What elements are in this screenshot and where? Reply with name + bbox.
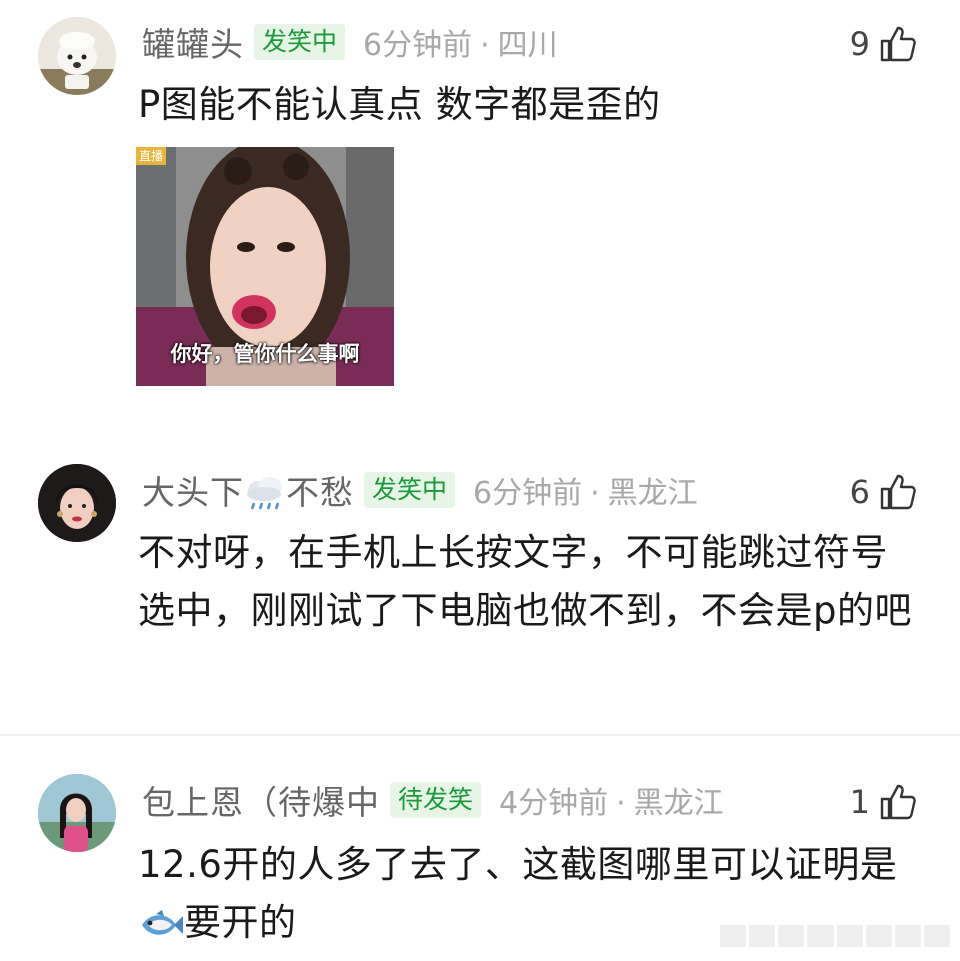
comment-meta: 4分钟前 · 黑龙江 (499, 778, 724, 822)
comment-text-part: 12.6开的人多了去了、这截图哪里可以证明是 (138, 843, 898, 886)
avatar-image (38, 774, 116, 852)
avatar[interactable] (38, 774, 116, 852)
separator-dot: · (616, 786, 626, 821)
location: 黑龙江 (633, 786, 724, 821)
thumbs-up-icon (880, 784, 916, 820)
status-badge: 待发笑 (390, 782, 482, 818)
like-count: 1 (849, 783, 870, 821)
comment-text-part: 要开的 (184, 901, 297, 944)
fish-icon (142, 909, 183, 935)
username[interactable]: 包上恩（待爆中 (142, 776, 380, 824)
comment-item: 包上恩（待爆中 待发笑 4分钟前 · 黑龙江 1 12.6开的人多了去了、这截图哪里… (0, 0, 960, 961)
timestamp: 4分钟前 (499, 786, 609, 821)
watermark-strip (720, 925, 950, 947)
like-button[interactable]: 1 (850, 780, 918, 824)
